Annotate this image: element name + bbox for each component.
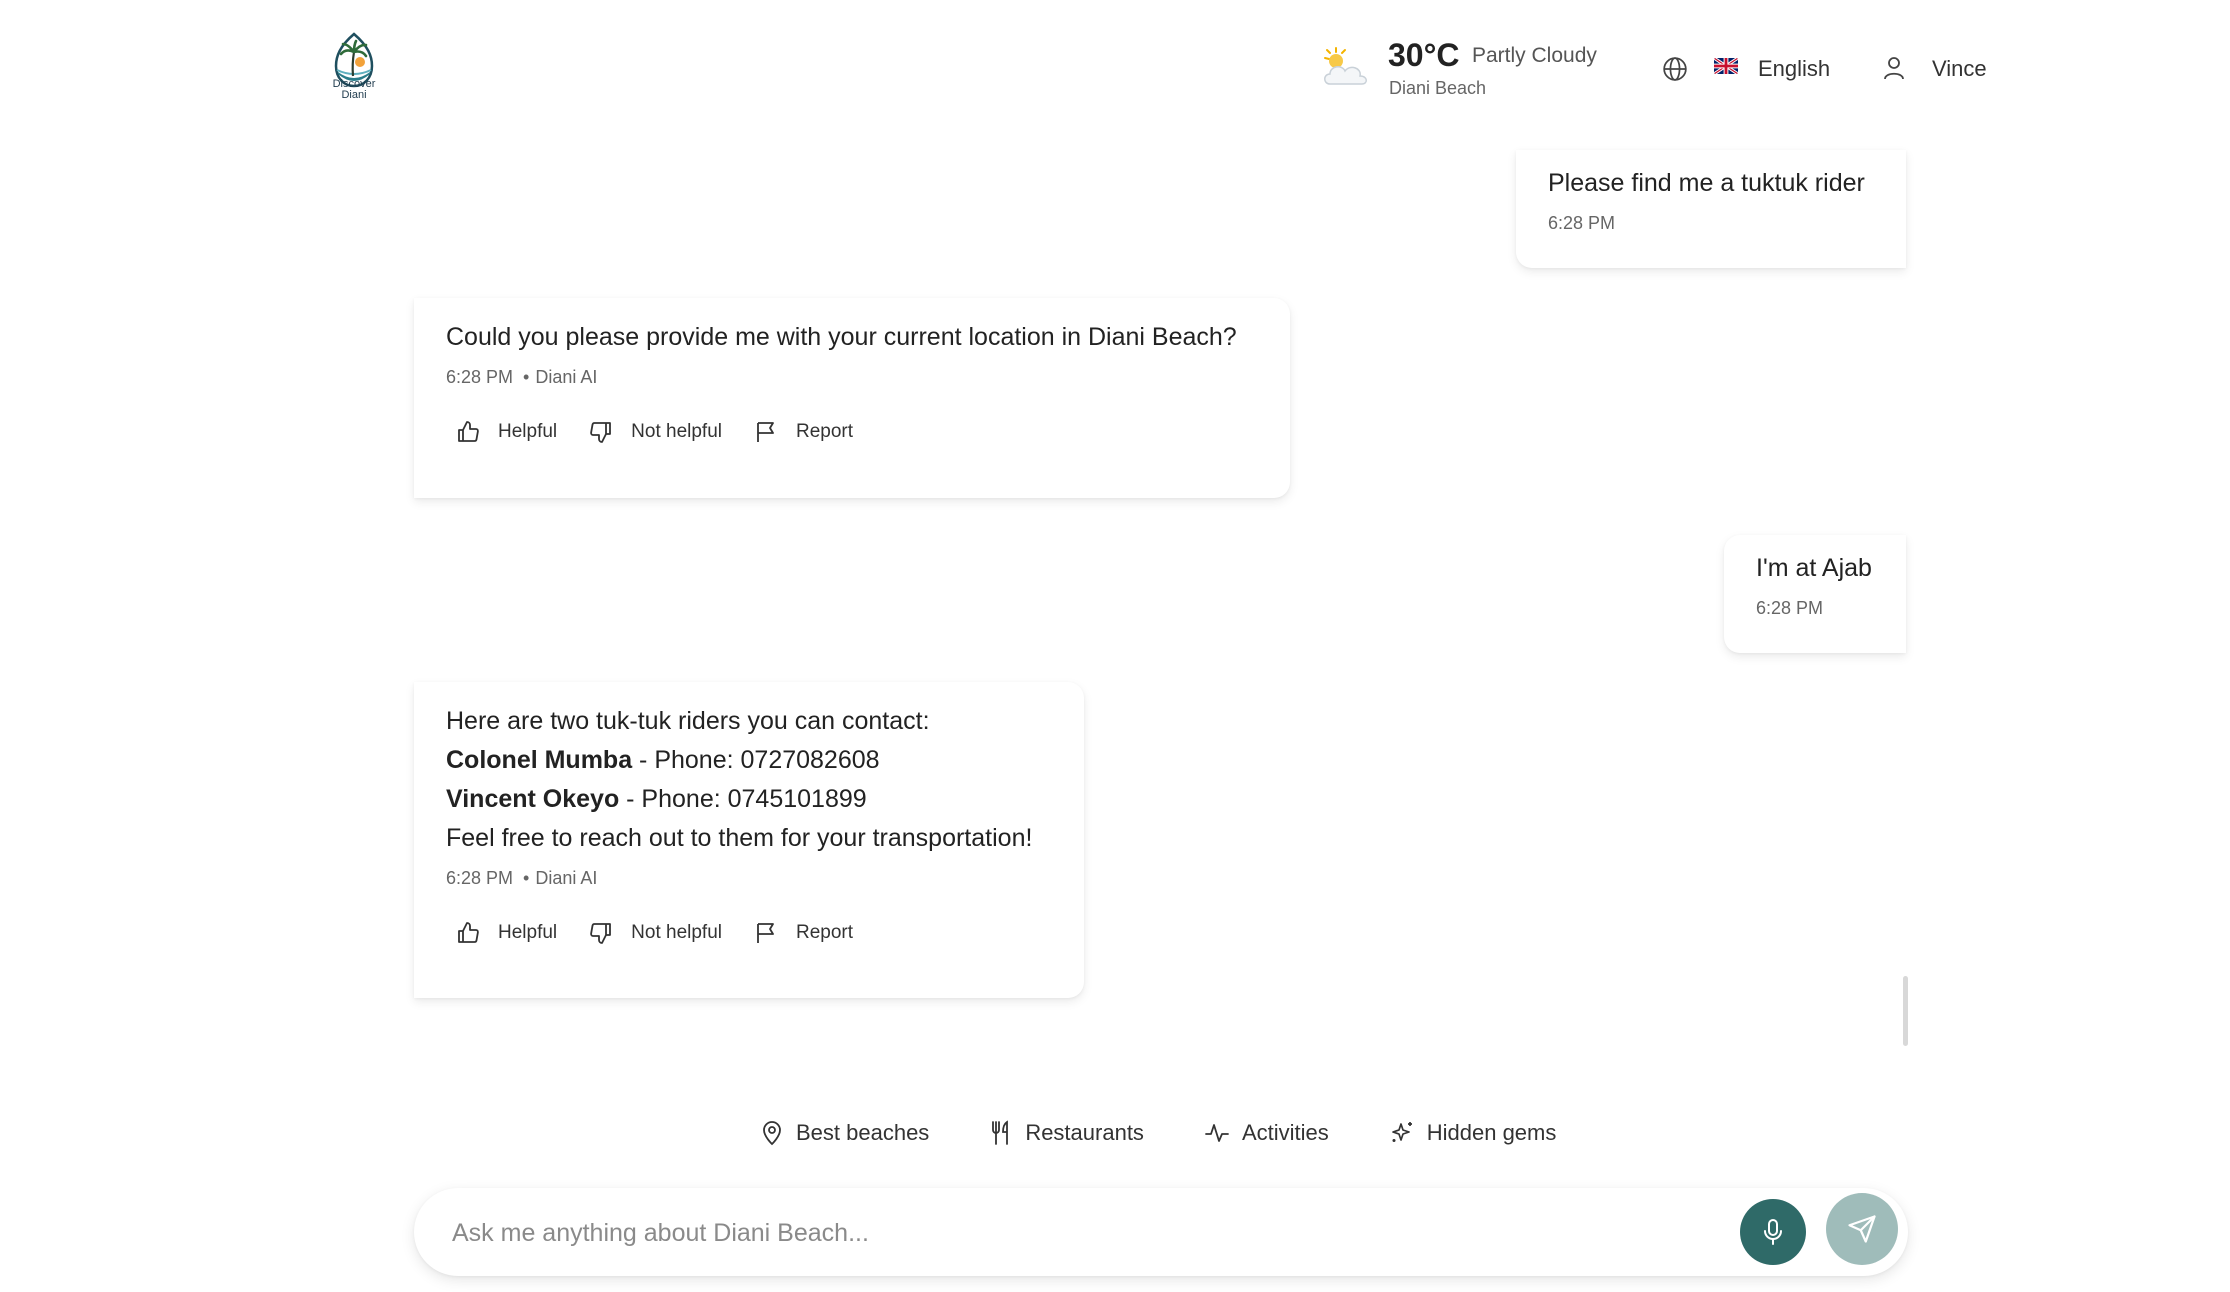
- user-message: Please find me a tuktuk rider 6:28 PM: [1516, 150, 1906, 268]
- not-helpful-button[interactable]: Not helpful: [589, 921, 722, 945]
- utensils-icon: [992, 1120, 1009, 1145]
- chip-activities[interactable]: Activities: [1204, 1120, 1329, 1146]
- rider-name: Vincent Okeyo: [446, 785, 620, 813]
- user-name: Vince: [1932, 56, 1987, 81]
- feedback-actions: Helpful Not helpful Report: [456, 921, 1084, 945]
- thumbs-up-icon: [458, 421, 479, 442]
- logo-text: Discover Diani: [332, 78, 376, 101]
- chip-best-beaches[interactable]: Best beaches: [760, 1120, 929, 1146]
- user-message: I'm at Ajab 6:28 PM: [1724, 535, 1906, 653]
- chat-input[interactable]: [450, 1210, 1704, 1256]
- language-label: English: [1758, 56, 1831, 81]
- meta-separator: •: [523, 868, 530, 888]
- thumbs-up-icon: [458, 922, 479, 943]
- user-icon: [1884, 57, 1904, 80]
- report-button[interactable]: Report: [754, 420, 853, 444]
- weather-condition: Partly Cloudy: [1472, 44, 1597, 67]
- message-time: 6:28 PM: [446, 868, 514, 888]
- message-outro: Feel free to reach out to them for your …: [446, 824, 1033, 852]
- message-text: Could you please provide me with your cu…: [446, 323, 1237, 351]
- thumbs-down-icon: [590, 422, 612, 443]
- ai-message: Here are two tuk-tuk riders you can cont…: [414, 682, 1084, 998]
- rider-contact: Vincent Okeyo - Phone: 0745101899: [446, 780, 1084, 819]
- rider-phone: - Phone: 0727082608: [632, 746, 880, 774]
- message-time: 6:28 PM: [1756, 598, 1824, 618]
- message-time: 6:28 PM: [1548, 213, 1616, 233]
- meta-separator: •: [523, 367, 530, 387]
- helpful-button[interactable]: Helpful: [456, 921, 557, 945]
- flag-icon: [757, 923, 774, 943]
- sparkles-icon: [1391, 1122, 1412, 1142]
- report-button[interactable]: Report: [754, 921, 853, 945]
- activity-icon: [1205, 1124, 1229, 1142]
- message-intro: Here are two tuk-tuk riders you can cont…: [446, 707, 930, 735]
- thumbs-down-icon: [590, 923, 612, 944]
- message-meta: 6:28 PM • Diani AI: [446, 367, 1290, 388]
- message-meta: 6:28 PM • Diani AI: [446, 868, 1084, 889]
- voice-input-button[interactable]: [1740, 1199, 1806, 1265]
- helpful-button[interactable]: Helpful: [456, 420, 557, 444]
- chat-scrollbar[interactable]: [1903, 976, 1908, 1046]
- chat-input-bar: [414, 1188, 1908, 1276]
- not-helpful-button[interactable]: Not helpful: [589, 420, 722, 444]
- quick-suggestions: Best beaches Restaurants Activities Hidd…: [760, 1120, 1616, 1146]
- microphone-icon: [1764, 1219, 1782, 1245]
- rider-contact: Colonel Mumba - Phone: 0727082608: [446, 741, 1084, 780]
- message-author: Diani AI: [535, 367, 598, 387]
- temperature: 30°C: [1388, 37, 1460, 73]
- feedback-actions: Helpful Not helpful Report: [456, 420, 1290, 444]
- weather-location: Diani Beach: [1389, 78, 1487, 98]
- chip-restaurants[interactable]: Restaurants: [989, 1120, 1144, 1146]
- message-text: Please find me a tuktuk rider: [1548, 169, 1865, 197]
- map-pin-icon: [763, 1121, 781, 1146]
- globe-icon: [1663, 57, 1687, 81]
- rider-phone: - Phone: 0745101899: [619, 785, 867, 813]
- message-author: Diani AI: [535, 868, 598, 888]
- send-button[interactable]: [1826, 1193, 1898, 1265]
- chip-hidden-gems[interactable]: Hidden gems: [1389, 1120, 1556, 1146]
- uk-flag-icon: [1714, 58, 1738, 74]
- message-text: I'm at Ajab: [1756, 554, 1872, 582]
- rider-name: Colonel Mumba: [446, 746, 633, 774]
- ai-message: Could you please provide me with your cu…: [414, 298, 1290, 498]
- send-icon: [1848, 1215, 1876, 1243]
- message-time: 6:28 PM: [446, 367, 514, 387]
- flag-icon: [757, 422, 774, 442]
- partly-cloudy-icon: [1324, 47, 1367, 85]
